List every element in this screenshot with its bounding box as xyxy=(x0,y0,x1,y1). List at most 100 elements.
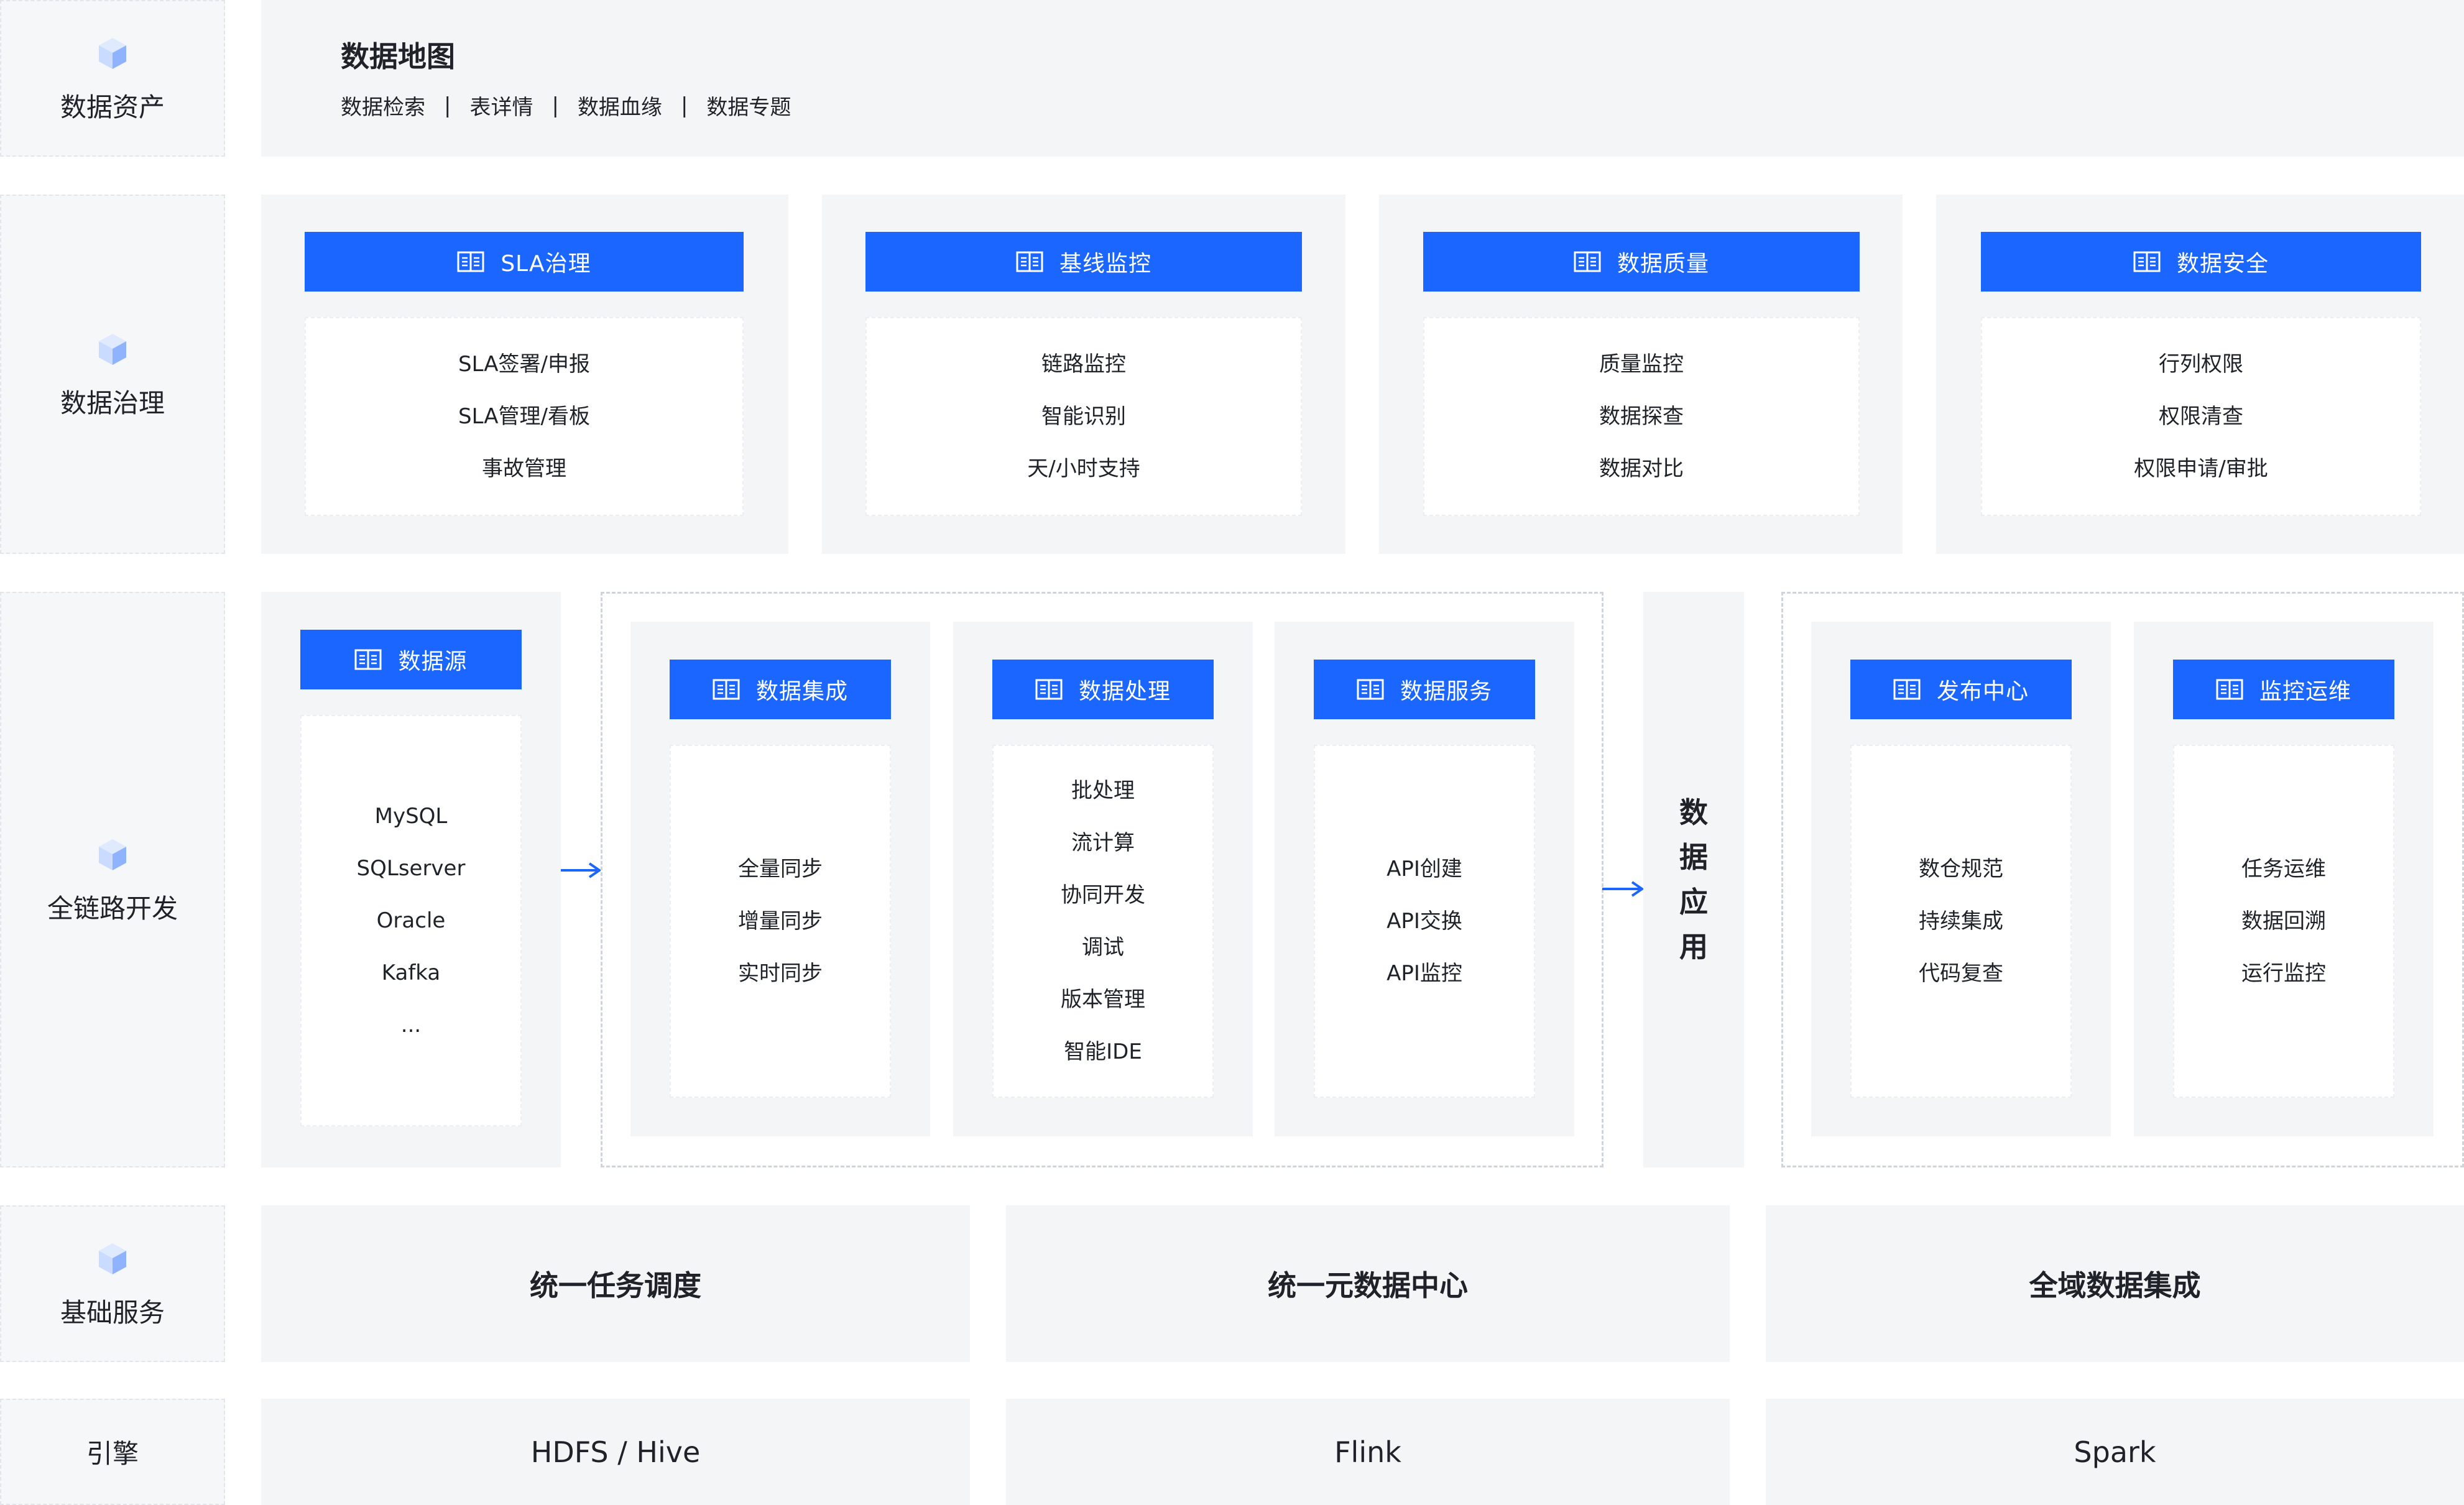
app-char: 数 xyxy=(1679,796,1708,829)
list-item[interactable]: SQLserver xyxy=(357,842,466,895)
list-item[interactable]: 数仓规范 xyxy=(1919,843,2003,895)
book-icon xyxy=(354,648,382,671)
row-label-assets: 数据资产 xyxy=(0,0,225,157)
list-item[interactable]: 代码复查 xyxy=(1919,947,2003,1000)
book-icon xyxy=(1893,678,1921,701)
list-item[interactable]: 协同开发 xyxy=(1061,869,1145,921)
header-label: 监控运维 xyxy=(2259,679,2351,704)
list-item[interactable]: 运行监控 xyxy=(2241,947,2326,1000)
list-item[interactable]: 数据对比 xyxy=(1599,443,1684,495)
monitor-ops-header[interactable]: 监控运维 xyxy=(2173,660,2394,719)
row-label-text: 基础服务 xyxy=(60,1297,165,1328)
list-item[interactable]: 智能识别 xyxy=(1041,390,1126,443)
list-item[interactable]: 质量监控 xyxy=(1599,338,1684,390)
data-map-title[interactable]: 数据地图 xyxy=(341,34,455,75)
header-label: 数据集成 xyxy=(755,679,848,704)
list-item[interactable]: 数据探查 xyxy=(1599,390,1684,443)
service-header[interactable]: 数据服务 xyxy=(1314,660,1535,719)
sla-header[interactable]: SLA治理 xyxy=(305,232,744,292)
header-label: 发布中心 xyxy=(1936,679,2029,704)
service-card: API创建 API交换 API监控 xyxy=(1314,745,1535,1098)
list-item[interactable]: 流计算 xyxy=(1071,817,1135,869)
cube-icon xyxy=(93,834,132,874)
map-link-table-detail[interactable]: 表详情 xyxy=(469,90,533,121)
list-item[interactable]: 行列权限 xyxy=(2159,338,2243,390)
book-icon xyxy=(1035,678,1063,701)
row-label-base: 基础服务 xyxy=(0,1205,225,1362)
row-label-text: 数据资产 xyxy=(60,91,165,122)
source-card: MySQL SQLserver Oracle Kafka ... xyxy=(300,715,522,1126)
list-item[interactable]: ... xyxy=(401,999,421,1051)
engine-spark[interactable]: Spark xyxy=(1766,1399,2464,1505)
release-header[interactable]: 发布中心 xyxy=(1850,660,2072,719)
list-item[interactable]: Oracle xyxy=(377,895,446,947)
list-item[interactable]: MySQL xyxy=(375,790,448,842)
header-label: 数据处理 xyxy=(1078,679,1171,704)
arrow-right-icon xyxy=(560,858,603,883)
list-item[interactable]: API交换 xyxy=(1387,895,1462,947)
map-link-search[interactable]: 数据检索 xyxy=(341,90,425,121)
link-separator: | xyxy=(551,93,559,118)
header-label: 数据质量 xyxy=(1617,251,1709,277)
app-char: 用 xyxy=(1679,930,1708,964)
release-card: 数仓规范 持续集成 代码复查 xyxy=(1850,745,2072,1098)
list-item[interactable]: Kafka xyxy=(382,947,440,999)
processing-card: 批处理 流计算 协同开发 调试 版本管理 智能IDE xyxy=(992,745,1214,1098)
processing-header[interactable]: 数据处理 xyxy=(992,660,1214,719)
list-item[interactable]: SLA管理/看板 xyxy=(458,390,590,443)
list-item[interactable]: 全量同步 xyxy=(738,843,823,895)
link-separator: | xyxy=(444,93,451,118)
list-item[interactable]: 智能IDE xyxy=(1064,1026,1142,1078)
list-item[interactable]: 权限申请/审批 xyxy=(2134,443,2268,495)
data-map-links: 数据检索 | 表详情 | 数据血缘 | 数据专题 xyxy=(341,90,791,121)
book-icon xyxy=(713,678,740,701)
base-service-integration[interactable]: 全域数据集成 xyxy=(1766,1205,2464,1362)
security-card: 行列权限 权限清查 权限申请/审批 xyxy=(1981,317,2421,516)
list-item[interactable]: 事故管理 xyxy=(482,443,566,495)
baseline-card: 链路监控 智能识别 天/小时支持 xyxy=(865,317,1302,516)
source-header[interactable]: 数据源 xyxy=(300,630,522,689)
cube-icon xyxy=(93,329,132,369)
integration-header[interactable]: 数据集成 xyxy=(670,660,891,719)
cube-icon xyxy=(93,33,132,73)
app-char: 据 xyxy=(1679,840,1708,874)
list-item[interactable]: 链路监控 xyxy=(1041,338,1126,390)
baseline-header[interactable]: 基线监控 xyxy=(865,232,1302,292)
list-item[interactable]: SLA签署/申报 xyxy=(458,338,590,390)
base-service-scheduler[interactable]: 统一任务调度 xyxy=(261,1205,970,1362)
book-icon xyxy=(2133,251,2161,273)
header-label: 数据安全 xyxy=(2176,251,2269,277)
data-map-panel: 数据地图 数据检索 | 表详情 | 数据血缘 | 数据专题 xyxy=(261,0,2464,157)
map-link-lineage[interactable]: 数据血缘 xyxy=(578,90,662,121)
book-icon xyxy=(1574,251,1601,273)
list-item[interactable]: 持续集成 xyxy=(1919,895,2003,947)
list-item[interactable]: 权限清查 xyxy=(2159,390,2243,443)
row-label-fullchain: 全链路开发 xyxy=(0,592,225,1167)
map-link-topics[interactable]: 数据专题 xyxy=(706,90,791,121)
security-header[interactable]: 数据安全 xyxy=(1981,232,2421,292)
book-icon xyxy=(2216,678,2243,701)
list-item[interactable]: 调试 xyxy=(1082,921,1124,973)
quality-card: 质量监控 数据探查 数据对比 xyxy=(1423,317,1860,516)
list-item[interactable]: API创建 xyxy=(1387,843,1462,895)
data-application-column[interactable]: 数 据 应 用 xyxy=(1643,592,1744,1167)
list-item[interactable]: 任务运维 xyxy=(2241,843,2326,895)
list-item[interactable]: 数据回溯 xyxy=(2241,895,2326,947)
list-item[interactable]: 天/小时支持 xyxy=(1027,443,1140,495)
cube-icon xyxy=(93,1238,132,1278)
list-item[interactable]: 增量同步 xyxy=(738,895,823,947)
base-service-metadata[interactable]: 统一元数据中心 xyxy=(1006,1205,1730,1362)
engine-flink[interactable]: Flink xyxy=(1006,1399,1730,1505)
book-icon xyxy=(457,251,484,273)
list-item[interactable]: 批处理 xyxy=(1071,765,1135,817)
engine-hdfs-hive[interactable]: HDFS / Hive xyxy=(261,1399,970,1505)
row-label-text: 数据治理 xyxy=(60,387,165,418)
list-item[interactable]: 版本管理 xyxy=(1061,973,1145,1026)
list-item[interactable]: 实时同步 xyxy=(738,947,823,1000)
row-label-text: 引擎 xyxy=(86,1438,139,1469)
row-label-text: 全链路开发 xyxy=(47,893,178,924)
list-item[interactable]: API监控 xyxy=(1387,947,1462,1000)
header-label: 数据服务 xyxy=(1400,679,1492,704)
quality-header[interactable]: 数据质量 xyxy=(1423,232,1860,292)
book-icon xyxy=(1016,251,1043,273)
